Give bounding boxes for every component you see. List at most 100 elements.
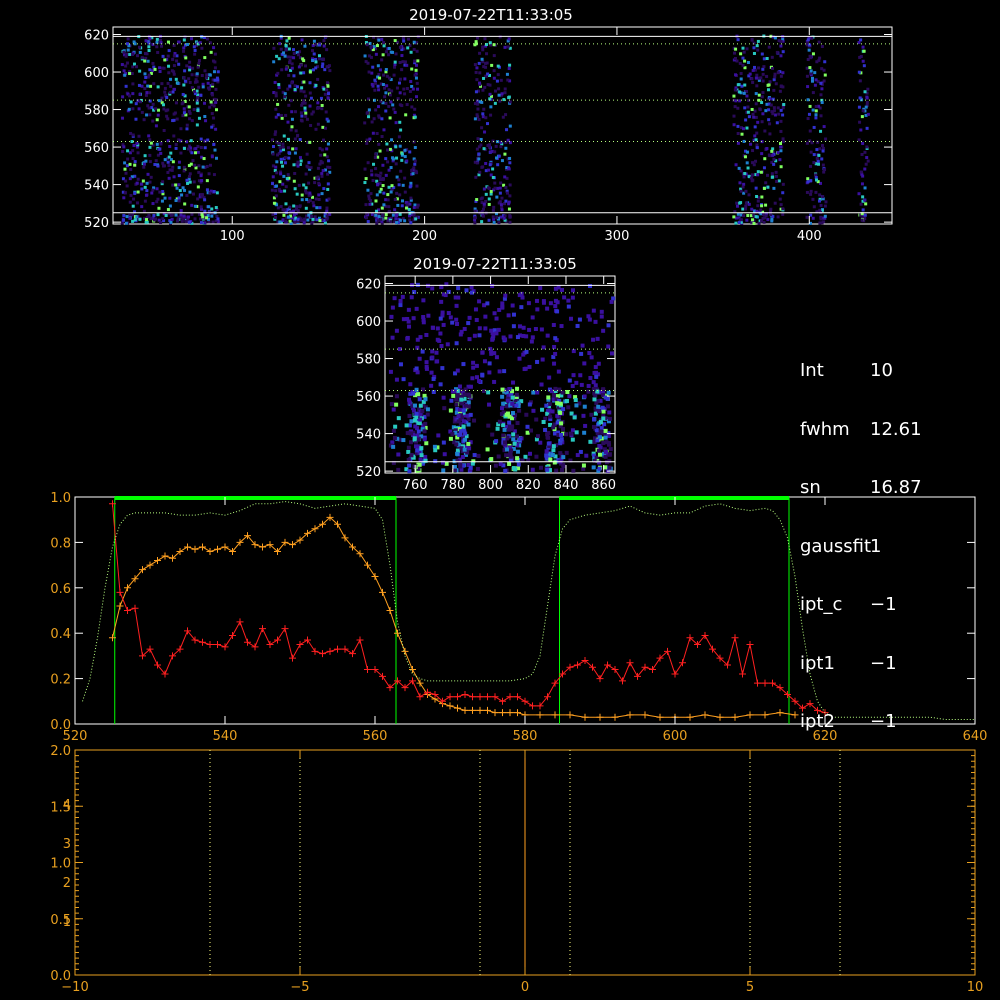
heatmap-pixel (401, 199, 405, 203)
data-point (506, 693, 514, 701)
heatmap-pixel (306, 218, 310, 222)
heatmap-pixel (508, 334, 513, 339)
heatmap-pixel (578, 373, 583, 378)
heatmap-pixel (497, 221, 501, 225)
heatmap-pixel (190, 86, 194, 90)
heatmap-pixel (123, 167, 127, 171)
heatmap-pixel (289, 99, 293, 103)
data-point (484, 706, 491, 714)
heatmap-pixel (821, 163, 825, 167)
heatmap-pixel (418, 417, 423, 422)
heatmap-pixel (366, 220, 370, 224)
heatmap-pixel (439, 343, 444, 348)
heatmap-pixel (583, 423, 588, 428)
heatmap-pixel (145, 218, 149, 222)
heatmap-pixel (377, 72, 381, 76)
heatmap-pixel (378, 76, 382, 80)
heatmap-pixel (213, 66, 217, 70)
heatmap-pixel (414, 387, 419, 392)
heatmap-pixel (321, 169, 325, 173)
heatmap-pixel (328, 165, 332, 169)
heatmap-pixel (202, 157, 206, 161)
heatmap-pixel (377, 105, 381, 109)
heatmap-pixel (475, 466, 480, 471)
heatmap-pixel (754, 215, 758, 219)
heatmap-pixel (811, 216, 815, 220)
heatmap-pixel (441, 440, 446, 445)
heatmap-pixel (366, 161, 370, 165)
heatmap-pixel (454, 402, 459, 407)
heatmap-pixel (762, 65, 766, 69)
heatmap-pixel (781, 50, 785, 54)
heatmap-pixel (820, 44, 824, 48)
heatmap-pixel (172, 72, 176, 76)
heatmap-pixel (176, 81, 180, 85)
heatmap-pixel (573, 398, 578, 403)
heatmap-pixel (197, 62, 201, 66)
heatmap-pixel (823, 60, 827, 64)
heatmap-pixel (755, 131, 759, 135)
heatmap-pixel (326, 182, 330, 186)
heatmap-pixel (216, 217, 220, 221)
heatmap-pixel (566, 405, 571, 410)
heatmap-pixel (597, 466, 602, 471)
heatmap-pixel (448, 315, 453, 320)
heatmap-pixel (566, 304, 571, 309)
heatmap-pixel (174, 183, 178, 187)
heatmap-pixel (128, 177, 132, 181)
heatmap-pixel (756, 48, 760, 52)
heatmap-pixel (152, 213, 156, 217)
heatmap-pixel (534, 454, 539, 459)
heatmap-pixel (303, 101, 307, 105)
heatmap-pixel (376, 183, 380, 187)
heatmap-pixel (169, 213, 173, 217)
data-point (379, 588, 386, 596)
heatmap-pixel (307, 161, 311, 165)
heatmap-pixel (512, 441, 517, 446)
heatmap-pixel (814, 78, 818, 82)
heatmap-pixel (809, 192, 813, 196)
heatmap-pixel (135, 65, 139, 69)
heatmap-pixel (498, 186, 502, 190)
heatmap-pixel (274, 115, 278, 119)
heatmap-pixel (370, 213, 374, 217)
heatmap-pixel (761, 79, 765, 83)
heatmap-pixel (177, 40, 181, 44)
heatmap-pixel (770, 172, 774, 176)
heatmap-pixel (407, 324, 412, 329)
data-point (649, 666, 656, 674)
heatmap-pixel (216, 70, 220, 74)
data-point (206, 547, 214, 555)
heatmap-pixel (295, 85, 299, 89)
heatmap-pixel (753, 109, 757, 113)
heatmap-pixel (594, 374, 599, 379)
heatmap-pixel (155, 45, 159, 49)
heatmap-pixel (609, 299, 614, 304)
heatmap-pixel (863, 186, 867, 190)
heatmap-pixel (411, 316, 416, 321)
data-point (716, 713, 724, 721)
heatmap-pixel (161, 190, 165, 194)
heatmap-pixel (489, 190, 493, 194)
heatmap-pixel (487, 202, 491, 206)
top-heatmap-ytick-label: 620 (84, 29, 109, 44)
heatmap-pixel (743, 59, 747, 63)
heatmap-pixel (201, 215, 205, 219)
heatmap-pixel (759, 208, 763, 212)
heatmap-pixel (389, 402, 394, 407)
heatmap-pixel (555, 309, 560, 314)
middle-heatmap-ytick-label: 520 (356, 465, 381, 480)
heatmap-pixel (363, 121, 367, 125)
heatmap-pixel (425, 412, 430, 417)
data-point (656, 713, 664, 721)
top-heatmap-xtick-label: 300 (605, 229, 630, 244)
heatmap-pixel (545, 333, 550, 338)
heatmap-pixel (374, 108, 378, 112)
heatmap-pixel (151, 119, 155, 123)
heatmap-pixel (377, 114, 381, 118)
heatmap-pixel (514, 392, 519, 397)
heatmap-pixel (155, 40, 159, 44)
heatmap-pixel (316, 77, 320, 81)
heatmap-pixel (190, 119, 194, 123)
heatmap-pixel (271, 182, 275, 186)
